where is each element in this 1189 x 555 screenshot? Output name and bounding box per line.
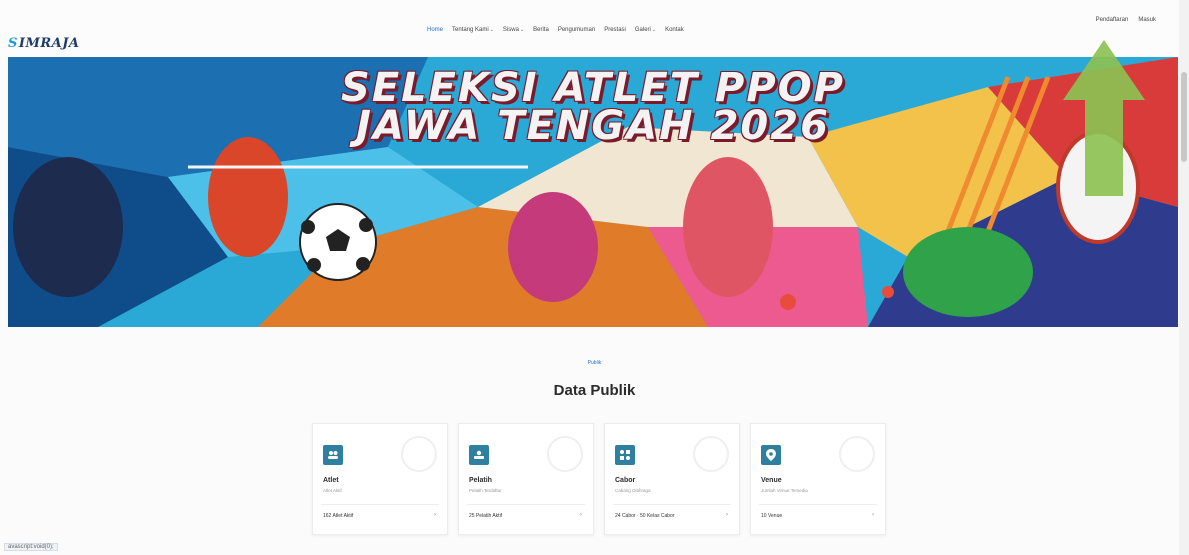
nav-item-siswa[interactable]: Siswa⌄ <box>503 27 524 33</box>
card-value: 25 Pelatih Aktif <box>469 513 503 519</box>
stat-card-venue[interactable]: Venue Jumlah Venue Tersedia 10 Venue › <box>750 423 886 535</box>
divider <box>321 504 439 505</box>
nav-item-kontak[interactable]: Kontak <box>665 27 684 33</box>
stat-card-cabor[interactable]: Cabor Cabang Olahraga 24 Cabor · 50 Kela… <box>604 423 740 535</box>
card-subtitle: Pelatih Terdaftar <box>469 488 502 493</box>
users-watermark-icon <box>401 436 437 472</box>
card-title: Cabor <box>615 477 636 484</box>
top-navbar: SIMRAJA Home Tentang Kami⌄ Siswa⌄ Berita… <box>0 0 1189 60</box>
card-subtitle: Jumlah Venue Tersedia <box>761 488 808 493</box>
divider <box>759 504 877 505</box>
chevron-down-icon: ⌄ <box>651 27 657 33</box>
stat-card-atlet[interactable]: Atlet Atlet Aktif 162 Atlet Aktif › <box>312 423 448 535</box>
nav-item-galeri[interactable]: Galeri⌄ <box>635 27 656 33</box>
nav-item-home[interactable]: Home <box>427 27 443 33</box>
login-link[interactable]: Masuk <box>1138 17 1156 23</box>
nav-item-pengumuman[interactable]: Pengumuman <box>558 27 595 33</box>
banner-line-2: JAWA TENGAH 2026 <box>356 103 830 149</box>
stat-card-pelatih[interactable]: Pelatih Pelatih Terdaftar 25 Pelatih Akt… <box>458 423 594 535</box>
divider <box>613 504 731 505</box>
arrow-up-icon <box>1063 40 1145 196</box>
card-title: Atlet <box>323 477 339 484</box>
scrollbar-thumb[interactable] <box>1181 72 1187 162</box>
status-bar-url: avascript:void(0); <box>4 543 58 551</box>
nav-item-prestasi[interactable]: Prestasi <box>604 27 626 33</box>
card-subtitle: Atlet Aktif <box>323 488 342 493</box>
users-icon <box>323 445 343 465</box>
nav-item-berita[interactable]: Berita <box>533 27 549 33</box>
card-value: 162 Atlet Aktif <box>323 513 354 519</box>
coach-watermark-icon <box>547 436 583 472</box>
card-value: 24 Cabor · 50 Kelas Cabor <box>615 513 675 519</box>
banner-headline: SELEKSI ATLET PPOP JAWA TENGAH 2026 <box>8 65 1178 149</box>
sports-icon <box>615 445 635 465</box>
divider <box>467 504 585 505</box>
chevron-right-icon[interactable]: › <box>434 512 436 518</box>
coach-icon <box>469 445 489 465</box>
chevron-down-icon: ⌄ <box>489 27 494 33</box>
stats-cards: Atlet Atlet Aktif 162 Atlet Aktif › Pela… <box>312 423 886 535</box>
chevron-right-icon[interactable]: › <box>726 512 728 518</box>
card-title: Venue <box>761 477 782 484</box>
card-subtitle: Cabang Olahraga <box>615 488 651 493</box>
section-tag: Publik <box>587 360 602 366</box>
auth-links: Pendaftaran Masuk <box>1096 17 1156 23</box>
page-scrollbar[interactable] <box>1179 0 1189 555</box>
chevron-right-icon[interactable]: › <box>580 512 582 518</box>
register-link[interactable]: Pendaftaran <box>1096 17 1129 23</box>
hero-banner: SELEKSI ATLET PPOP JAWA TENGAH 2026 <box>8 57 1178 327</box>
chevron-right-icon[interactable]: › <box>872 512 874 518</box>
location-pin-icon <box>761 445 781 465</box>
site-logo[interactable]: SIMRAJA <box>8 36 80 51</box>
nav-item-tentang-kami[interactable]: Tentang Kami⌄ <box>452 27 494 33</box>
card-value: 10 Venue <box>761 513 783 519</box>
location-watermark-icon <box>839 436 875 472</box>
main-menu: Home Tentang Kami⌄ Siswa⌄ Berita Pengumu… <box>427 27 684 33</box>
chevron-down-icon: ⌄ <box>519 27 525 33</box>
section-title: Data Publik <box>553 382 636 399</box>
card-title: Pelatih <box>469 477 492 484</box>
banner-line-1: SELEKSI ATLET PPOP <box>341 65 845 111</box>
sports-watermark-icon <box>693 436 729 472</box>
